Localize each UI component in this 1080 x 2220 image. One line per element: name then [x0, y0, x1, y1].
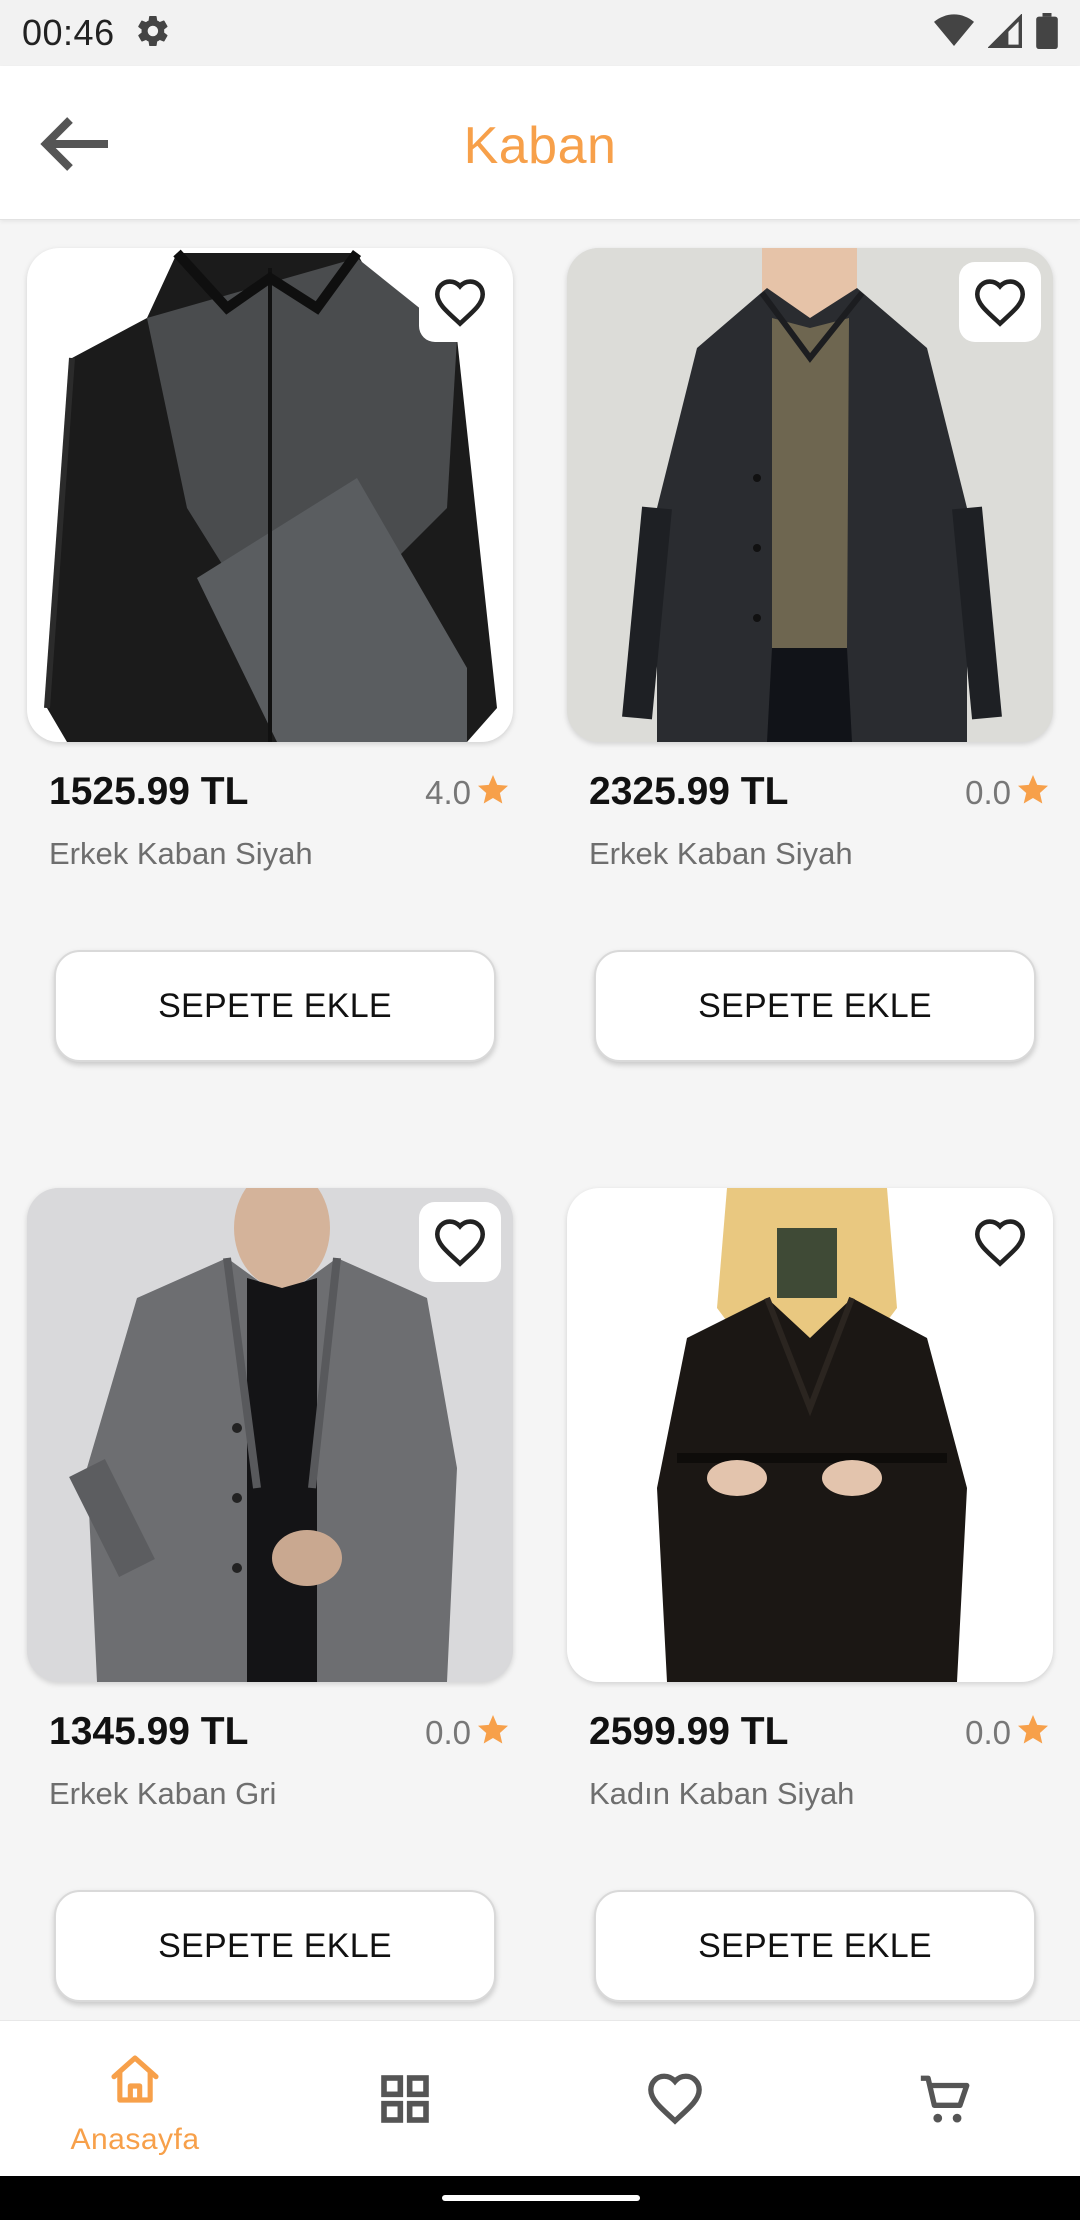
rating-value: 0.0	[425, 1713, 471, 1751]
add-to-cart-button[interactable]: SEPETE EKLE	[594, 1890, 1036, 2002]
heart-outline-icon	[432, 277, 488, 327]
screen: 00:46 Kaban 1525.99 TL 4.0 Erkek Kaban S…	[0, 0, 1080, 2220]
star-icon	[1015, 1712, 1051, 1753]
nav-item-favorites[interactable]	[540, 2021, 810, 2177]
product-name: Erkek Kaban Siyah	[589, 836, 853, 871]
product-rating: 4.0	[425, 772, 511, 813]
product-price: 1525.99 TL	[49, 770, 249, 813]
product-card[interactable]: 1345.99 TL 0.0 Erkek Kaban Gri SEPETE EK…	[27, 1160, 513, 2020]
product-price: 2325.99 TL	[589, 770, 789, 813]
heart-outline-icon	[432, 1217, 488, 1267]
rating-value: 0.0	[965, 1713, 1011, 1751]
product-card[interactable]: 2325.99 TL 0.0 Erkek Kaban Siyah SEPETE …	[567, 220, 1053, 1080]
add-to-cart-button[interactable]: SEPETE EKLE	[594, 950, 1036, 1062]
heart-outline-icon	[972, 277, 1028, 327]
nav-item-home[interactable]: Anasayfa	[0, 2021, 270, 2177]
star-icon	[475, 1712, 511, 1753]
product-rating: 0.0	[965, 1712, 1051, 1753]
status-bar: 00:46	[0, 0, 1080, 66]
cellular-signal-icon	[987, 12, 1022, 53]
nav-item-categories[interactable]	[270, 2021, 540, 2177]
home-icon	[106, 2051, 164, 2112]
product-price: 2599.99 TL	[589, 1710, 789, 1753]
product-name: Kadın Kaban Siyah	[589, 1776, 855, 1811]
favorite-button[interactable]	[959, 262, 1041, 342]
bottom-nav: Anasayfa	[0, 2020, 1080, 2176]
wifi-icon	[934, 13, 974, 53]
star-icon	[1015, 772, 1051, 813]
heart-icon	[646, 2071, 704, 2130]
product-grid: 1525.99 TL 4.0 Erkek Kaban Siyah SEPETE …	[0, 220, 1080, 2020]
product-image[interactable]	[27, 1188, 513, 1682]
product-name: Erkek Kaban Siyah	[49, 836, 313, 871]
page-title: Kaban	[463, 117, 617, 175]
app-bar: Kaban	[0, 66, 1080, 220]
product-name: Erkek Kaban Gri	[49, 1776, 277, 1811]
nav-item-cart[interactable]	[810, 2021, 1080, 2177]
product-price: 1345.99 TL	[49, 1710, 249, 1753]
home-gesture-handle[interactable]	[442, 2195, 640, 2201]
battery-icon	[1036, 12, 1058, 54]
nav-label-home: Anasayfa	[70, 2123, 200, 2156]
product-rating: 0.0	[425, 1712, 511, 1753]
rating-value: 0.0	[965, 773, 1011, 811]
add-to-cart-button[interactable]: SEPETE EKLE	[54, 1890, 496, 2002]
product-card[interactable]: 1525.99 TL 4.0 Erkek Kaban Siyah SEPETE …	[27, 220, 513, 1080]
favorite-button[interactable]	[419, 262, 501, 342]
heart-outline-icon	[972, 1217, 1028, 1267]
product-card[interactable]: 2599.99 TL 0.0 Kadın Kaban Siyah SEPETE …	[567, 1160, 1053, 2020]
status-left: 00:46	[22, 12, 171, 54]
favorite-button[interactable]	[419, 1202, 501, 1282]
product-rating: 0.0	[965, 772, 1051, 813]
favorite-button[interactable]	[959, 1202, 1041, 1282]
rating-value: 4.0	[425, 773, 471, 811]
settings-gear-icon	[135, 13, 171, 54]
star-icon	[475, 772, 511, 813]
status-right	[934, 12, 1058, 54]
product-image[interactable]	[27, 248, 513, 742]
product-image[interactable]	[567, 1188, 1053, 1682]
cart-icon	[916, 2071, 974, 2134]
status-time: 00:46	[22, 12, 115, 53]
grid-icon	[377, 2071, 433, 2132]
product-image[interactable]	[567, 248, 1053, 742]
add-to-cart-button[interactable]: SEPETE EKLE	[54, 950, 496, 1062]
system-navigation-bar	[0, 2176, 1080, 2220]
